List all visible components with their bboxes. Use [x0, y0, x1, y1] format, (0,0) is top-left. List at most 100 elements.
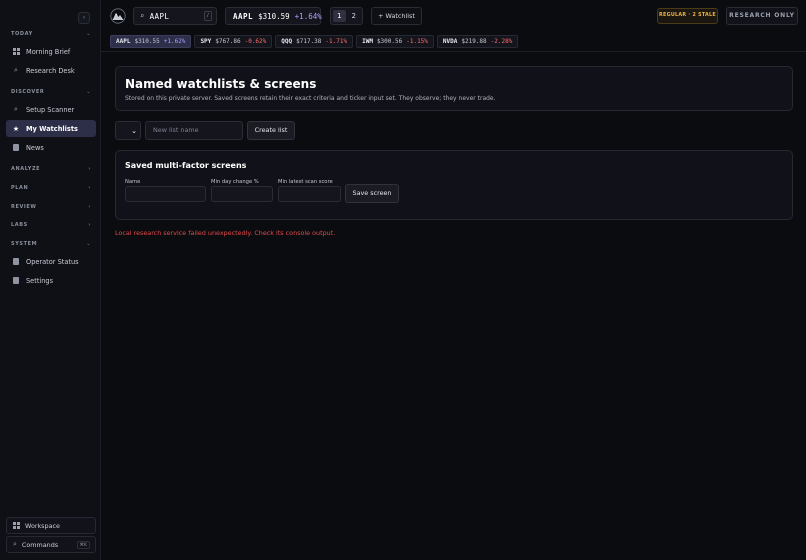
commands-label: Commands [21, 540, 59, 549]
section-title: LABS [11, 222, 28, 228]
sidebar-item-settings[interactable]: Settings [6, 272, 96, 289]
sidebar-item-setup-scanner[interactable]: ⌕ Setup Scanner [6, 101, 96, 118]
ticker-chip-qqq[interactable]: QQQ $717.38 -1.71% [275, 35, 354, 48]
chevron-icon: › [88, 204, 91, 210]
min-scan-score-input[interactable] [278, 186, 341, 202]
ticker-price: $219.88 [461, 38, 487, 45]
quote-symbol: AAPL [233, 11, 254, 21]
section-discover[interactable]: DISCOVER ⌄ [11, 89, 91, 95]
document-icon [12, 258, 20, 266]
section-analyze[interactable]: ANALYZE › [11, 166, 91, 172]
commands-shortcut: ⌘K [76, 541, 90, 549]
sidebar-item-label: News [26, 143, 44, 152]
section-plan[interactable]: PLAN › [11, 185, 91, 191]
chevron-icon: › [88, 222, 91, 228]
sidebar-item-label: Research Desk [26, 66, 75, 75]
ticker-symbol: AAPL [116, 38, 131, 45]
section-title: PLAN [11, 185, 29, 191]
ticker-change: -0.62% [244, 38, 267, 45]
quote-price: $310.59 [258, 11, 290, 21]
sidebar-item-label: Morning Brief [26, 47, 71, 56]
new-list-name-input[interactable]: New list name [145, 121, 243, 140]
ticker-chip-nvda[interactable]: NVDA $219.88 -2.28% [436, 35, 519, 48]
top-bar: ⌕ AAPL / AAPL $310.59 +1.64% 1 2 + Watch… [101, 0, 806, 52]
section-title: TODAY [11, 31, 33, 37]
section-title: REVIEW [11, 204, 37, 210]
ticker-symbol: NVDA [442, 38, 458, 45]
search-icon: ⌕ [140, 12, 145, 20]
sidebar-item-morning-brief[interactable]: Morning Brief [6, 43, 96, 60]
saved-screens-card: Saved multi-factor screens Name Min day … [115, 150, 793, 220]
quote-change: +1.64% [294, 11, 322, 21]
chevron-icon: › [88, 185, 91, 191]
page-switcher: 1 2 [330, 7, 363, 25]
chevron-icon: ⌄ [86, 89, 91, 95]
sidebar-item-operator-status[interactable]: Operator Status [6, 253, 96, 270]
sidebar-item-my-watchlists[interactable]: ★ My Watchlists [6, 120, 96, 137]
page-2-button[interactable]: 2 [348, 10, 361, 22]
section-title: DISCOVER [11, 89, 45, 95]
document-icon [12, 144, 20, 152]
section-today[interactable]: TODAY ⌄ [11, 31, 91, 37]
add-watchlist-button[interactable]: + Watchlist [371, 7, 422, 25]
ticker-chip-spy[interactable]: SPY $767.86 -0.62% [194, 35, 273, 48]
ticker-symbol: SPY [200, 38, 212, 45]
chevron-down-icon: ⌄ [131, 127, 137, 135]
ticker-symbol: QQQ [281, 38, 293, 45]
ticker-price: $300.56 [376, 38, 403, 45]
field-label-min-scan-score: Min latest scan score [278, 179, 333, 185]
grid-icon [12, 48, 20, 56]
ticker-chip-iwm[interactable]: IWM $300.56 -1.15% [356, 35, 434, 48]
field-label-name: Name [125, 179, 141, 185]
ticker-price: $310.55 [134, 38, 160, 45]
ticker-price: $717.38 [296, 38, 322, 45]
ticker-change: -1.15% [406, 38, 428, 45]
error-message: Local research service failed unexpected… [115, 229, 336, 237]
commands-button[interactable]: ⌕ Commands ⌘K [6, 536, 96, 553]
sidebar-item-label: Setup Scanner [26, 105, 75, 114]
create-list-button[interactable]: Create list [247, 121, 295, 140]
section-title: Saved multi-factor screens [125, 161, 247, 170]
ticker-search-input[interactable]: ⌕ AAPL / [133, 7, 217, 25]
search-icon: ⌕ [14, 105, 18, 113]
section-system[interactable]: SYSTEM ⌄ [11, 241, 91, 247]
ticker-change: -2.28% [490, 38, 513, 45]
search-value: AAPL [149, 11, 170, 21]
page-1-button[interactable]: 1 [333, 10, 346, 22]
ticker-change: -1.71% [325, 38, 348, 45]
save-screen-button[interactable]: Save screen [345, 184, 399, 203]
watchlist-select[interactable]: ⌄ [115, 121, 141, 140]
page-subtitle: Stored on this private server. Saved scr… [125, 95, 496, 102]
sidebar: ‹ TODAY ⌄ Morning Brief ⌕ Research Desk … [0, 0, 101, 560]
sidebar-item-news[interactable]: News [6, 139, 96, 156]
grid-icon [13, 522, 20, 529]
sidebar-item-research-desk[interactable]: ⌕ Research Desk [6, 62, 96, 79]
app-logo-icon [110, 8, 126, 24]
ticker-strip: AAPL $310.55 +1.62% SPY $767.86 -0.62% Q… [110, 35, 519, 48]
active-quote[interactable]: AAPL $310.59 +1.64% [225, 7, 322, 25]
session-status-badge: REGULAR · 2 STALE [657, 8, 718, 24]
search-shortcut: / [204, 11, 212, 21]
sidebar-item-label: My Watchlists [26, 124, 78, 133]
chevron-icon: › [88, 166, 91, 172]
section-labs[interactable]: LABS › [11, 222, 91, 228]
ticker-symbol: IWM [362, 38, 373, 45]
workspace-label: Workspace [25, 521, 60, 530]
watchlists-hero-card: Named watchlists & screens Stored on thi… [115, 66, 793, 111]
research-only-badge: RESEARCH ONLY [726, 7, 798, 25]
section-title: ANALYZE [11, 166, 41, 172]
section-review[interactable]: REVIEW › [11, 204, 91, 210]
search-icon: ⌕ [14, 66, 18, 74]
page-title: Named watchlists & screens [125, 77, 317, 91]
chevron-icon: ⌄ [86, 241, 91, 247]
section-title: SYSTEM [11, 241, 38, 247]
sidebar-item-label: Operator Status [26, 257, 79, 266]
min-day-change-input[interactable] [211, 186, 273, 202]
collapse-sidebar-button[interactable]: ‹ [78, 12, 90, 24]
workspace-button[interactable]: Workspace [6, 517, 96, 534]
screen-name-input[interactable] [125, 186, 206, 202]
field-label-min-day-change: Min day change % [211, 179, 259, 185]
ticker-chip-aapl[interactable]: AAPL $310.55 +1.62% [110, 35, 192, 48]
ticker-change: +1.62% [163, 38, 186, 45]
chevron-icon: ⌄ [86, 31, 91, 37]
